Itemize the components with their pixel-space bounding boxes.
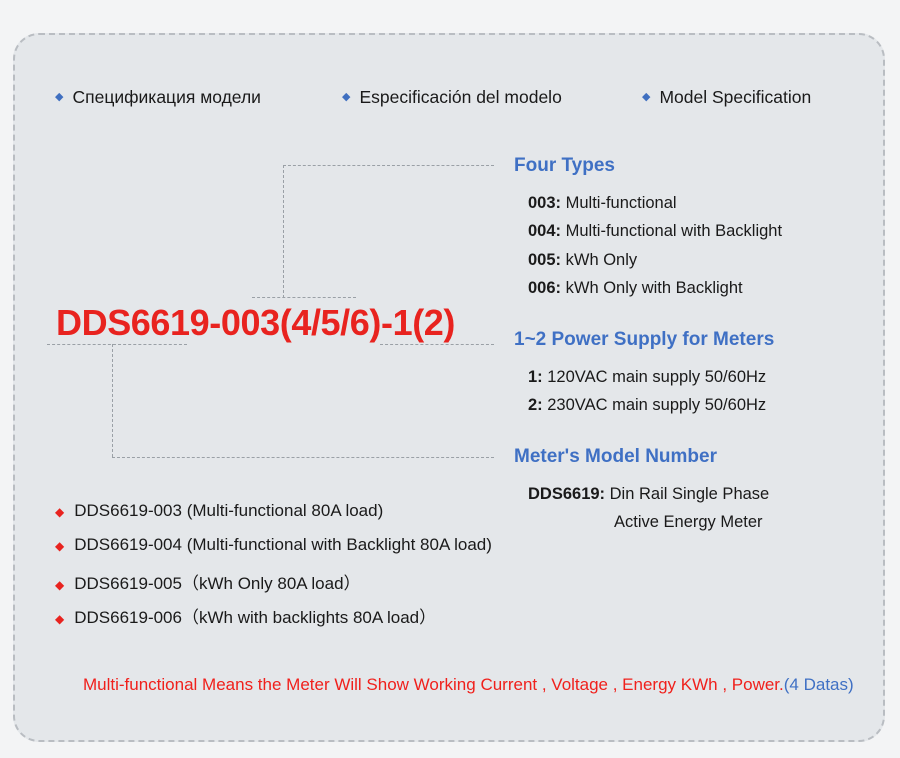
language-header-row: ◆ Спецификация модели ◆ Especificación d…	[15, 87, 887, 117]
diamond-icon: ◆	[642, 91, 651, 103]
language-label-english: Model Specification	[659, 87, 812, 107]
diamond-icon: ◆	[55, 539, 65, 553]
connector-model-upper-horizontal	[47, 344, 187, 345]
connector-types-vertical	[283, 165, 284, 298]
power-text-1: 120VAC main supply 50/60Hz	[542, 368, 767, 386]
type-option-004: 004: Multi-functional with Backlight	[514, 217, 782, 245]
type-option-005: 005: kWh Only	[514, 246, 782, 274]
diamond-icon: ◆	[342, 91, 351, 103]
power-option-1: 1: 120VAC main supply 50/60Hz	[514, 363, 774, 391]
connector-model-lower-horizontal	[112, 457, 494, 458]
block-title-power-supply: 1~2 Power Supply for Meters	[514, 329, 775, 350]
diamond-icon: ◆	[55, 505, 65, 519]
note-red-text: Multi-functional Means the Meter Will Sh…	[83, 675, 784, 694]
variant-label-003: DDS6619-003 (Multi-functional 80A load)	[74, 501, 384, 520]
language-label-russian: Спецификация модели	[72, 87, 261, 107]
type-code-003: 003:	[528, 194, 562, 212]
type-option-003: 003: Multi-functional	[514, 189, 782, 217]
connector-power-supply-horizontal	[380, 344, 494, 345]
block-power-supply: 1~2 Power Supply for Meters 1: 120VAC ma…	[514, 329, 774, 420]
type-text-006: kWh Only with Backlight	[561, 279, 743, 298]
diamond-icon: ◆	[55, 578, 65, 592]
specification-panel: ◆ Спецификация модели ◆ Especificación d…	[13, 33, 885, 742]
power-text-2: 230VAC main supply 50/60Hz	[542, 396, 767, 415]
connector-types-lower-horizontal	[252, 297, 356, 298]
connector-model-vertical	[112, 344, 113, 457]
block-four-types: Four Types 003: Multi-functional 004: Mu…	[514, 155, 782, 303]
list-item: ◆ DDS6619-003 (Multi-functional 80A load…	[55, 501, 755, 535]
power-code-1: 1:	[528, 368, 543, 386]
connector-types-upper-horizontal	[283, 165, 494, 166]
power-option-2: 2: 230VAC main supply 50/60Hz	[514, 391, 774, 419]
model-number-heading: DDS6619-003(4/5/6)-1(2)	[56, 302, 455, 343]
model-variant-list: ◆ DDS6619-003 (Multi-functional 80A load…	[55, 501, 755, 637]
type-text-003: Multi-functional	[561, 194, 677, 212]
variant-label-004: DDS6619-004 (Multi-functional with Backl…	[74, 535, 492, 554]
type-text-004: Multi-functional with Backlight	[561, 222, 783, 241]
multi-functional-note: Multi-functional Means the Meter Will Sh…	[83, 670, 873, 700]
language-item-spanish: ◆ Especificación del modelo	[342, 87, 562, 108]
type-text-005: kWh Only	[561, 250, 638, 269]
variant-label-005: DDS6619-005（kWh Only 80A load）	[74, 574, 361, 593]
block-title-meter-model-number: Meter's Model Number	[514, 446, 717, 467]
type-code-004: 004:	[528, 222, 562, 241]
type-code-005: 005:	[528, 250, 562, 269]
type-option-006: 006: kWh Only with Backlight	[514, 274, 782, 302]
language-item-english: ◆ Model Specification	[642, 87, 811, 108]
language-label-spanish: Especificación del modelo	[359, 87, 562, 107]
note-blue-text: (4 Datas)	[783, 675, 854, 694]
list-item: ◆ DDS6619-006（kWh with backlights 80A lo…	[55, 603, 755, 637]
block-title-four-types: Four Types	[514, 155, 615, 176]
type-code-006: 006:	[528, 279, 562, 298]
language-item-russian: ◆ Спецификация модели	[55, 87, 261, 108]
diamond-icon: ◆	[55, 91, 64, 103]
list-item: ◆ DDS6619-005（kWh Only 80A load）	[55, 569, 755, 603]
model-specification-page: ◆ Спецификация модели ◆ Especificación d…	[0, 0, 900, 758]
diamond-icon: ◆	[55, 612, 65, 626]
variant-label-006: DDS6619-006（kWh with backlights 80A load…	[74, 608, 437, 627]
power-code-2: 2:	[528, 396, 543, 415]
list-item: ◆ DDS6619-004 (Multi-functional with Bac…	[55, 535, 755, 569]
